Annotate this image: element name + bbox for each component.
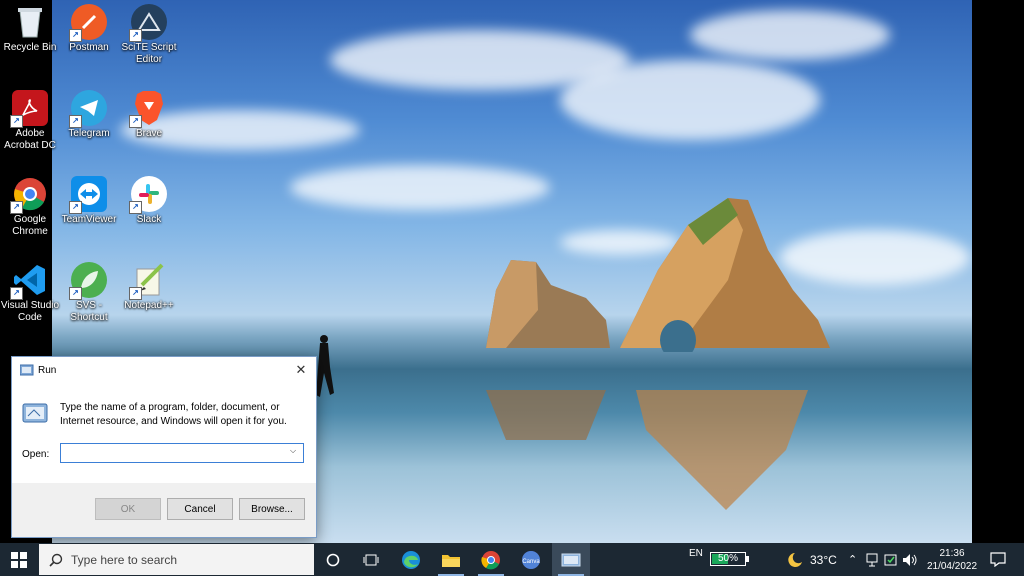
scite-icon: ↗ <box>129 4 167 42</box>
ok-button[interactable]: OK <box>95 498 161 520</box>
run-dialog-title: Run <box>38 364 57 376</box>
clock-time: 21:36 <box>939 548 965 559</box>
desktop-icon-label: SVS - Shortcut <box>70 300 108 323</box>
desktop-icon-svs[interactable]: ↗ SVS - Shortcut <box>57 262 121 324</box>
telegram-icon: ↗ <box>69 90 107 128</box>
desktop-icon-label: SciTE Script Editor <box>121 42 177 65</box>
search-placeholder: Type here to search <box>71 552 178 567</box>
chevron-up-icon[interactable]: ⌃ <box>848 543 857 576</box>
desktop-icon-label: Recycle Bin <box>3 42 57 53</box>
desktop-icon-label: Google Chrome <box>12 214 48 237</box>
desktop-icon-label: Postman <box>69 42 109 53</box>
svs-icon: ↗ <box>69 262 107 300</box>
sync-status-icon[interactable] <box>884 553 898 567</box>
task-view-icon <box>363 554 379 565</box>
desktop-icon-label: Adobe Acrobat DC <box>4 128 56 151</box>
taskbar-search-box[interactable]: Type here to search <box>39 544 314 575</box>
rock-reflection <box>486 390 808 510</box>
run-dialog: Run ✕ Type the name of a program, folder… <box>11 356 317 538</box>
task-view-button[interactable] <box>352 543 390 576</box>
slack-icon: ↗ <box>129 176 167 214</box>
postman-icon: ↗ <box>69 4 107 42</box>
battery-indicator[interactable]: 50% <box>710 552 749 566</box>
notepadpp-icon: ↗ <box>129 262 167 300</box>
cortana-icon <box>326 553 340 566</box>
desktop-icon-label: Slack <box>136 214 162 225</box>
desktop-icon-teamviewer[interactable]: ↗ TeamViewer <box>57 176 121 226</box>
taskbar-app-canva[interactable]: Canva <box>512 543 550 576</box>
desktop-icon-telegram[interactable]: ↗ Telegram <box>57 90 121 140</box>
chrome-icon <box>481 550 500 569</box>
weather-temperature[interactable]: 33°C <box>810 543 837 576</box>
close-icon: ✕ <box>295 362 307 377</box>
recycle-bin-icon <box>12 4 48 40</box>
open-label: Open: <box>22 449 50 460</box>
browse-button[interactable]: Browse... <box>239 498 305 520</box>
edge-icon <box>402 550 420 569</box>
clock-date: 21/04/2022 <box>926 561 978 572</box>
desktop-icon-chrome[interactable]: ↗ Google Chrome <box>0 176 62 238</box>
run-program-icon <box>22 403 48 423</box>
windows-icon <box>11 551 27 568</box>
taskbar-app-edge[interactable] <box>392 543 430 576</box>
taskbar: Type here to search Canva EN 33°C ⌃ 21:3… <box>0 543 1024 576</box>
close-button[interactable]: ✕ <box>292 361 310 379</box>
taskbar-app-file-explorer[interactable] <box>432 543 470 576</box>
open-input[interactable] <box>60 443 304 463</box>
desktop-icon-postman[interactable]: ↗ Postman <box>57 4 121 54</box>
run-dialog-description: Type the name of a program, folder, docu… <box>60 402 287 427</box>
cancel-button[interactable]: Cancel <box>167 498 233 520</box>
input-language[interactable]: EN <box>689 537 703 570</box>
desktop-right-strip <box>972 0 1024 543</box>
vscode-icon: ↗ <box>10 262 48 300</box>
rock-formation-small <box>486 260 610 348</box>
battery-percent: 50% <box>717 553 738 564</box>
canva-icon: Canva <box>522 550 540 569</box>
teamviewer-icon: ↗ <box>69 176 107 214</box>
desktop-icon-label: Visual Studio Code <box>0 300 60 323</box>
desktop-icon-acrobat[interactable]: ↗ Adobe Acrobat DC <box>0 90 62 152</box>
run-dialog-titlebar[interactable]: Run ✕ <box>12 357 316 383</box>
battery-nub <box>746 556 749 562</box>
desktop-icon-scite[interactable]: ↗ SciTE Script Editor <box>117 4 181 66</box>
chevron-down-icon[interactable]: ⌵ <box>290 446 296 456</box>
search-icon <box>49 553 63 567</box>
acrobat-icon: ↗ <box>10 90 48 128</box>
desktop-icon-notepadpp[interactable]: ↗ Notepad++ <box>117 262 181 312</box>
desktop-icon-vscode[interactable]: ↗ Visual Studio Code <box>0 262 62 324</box>
speaker-icon[interactable] <box>902 553 918 567</box>
clock[interactable]: 21:36 21/04/2022 <box>926 547 978 573</box>
rock-formation-arch <box>620 198 830 352</box>
desktop-icon-label: Telegram <box>68 128 110 139</box>
desktop-icon-label: Notepad++ <box>124 300 174 311</box>
run-dialog-body: Type the name of a program, folder, docu… <box>12 383 316 483</box>
svg-text:Canva: Canva <box>522 559 540 565</box>
folder-icon <box>442 554 460 567</box>
desktop-icon-recycle-bin[interactable]: Recycle Bin <box>0 4 62 54</box>
desktop-icon-label: TeamViewer <box>61 214 117 225</box>
desktop-icon-label: Brave <box>135 128 163 139</box>
taskbar-app-run[interactable] <box>552 543 590 576</box>
desktop-icon-brave[interactable]: ↗ Brave <box>117 90 181 140</box>
weather-icon[interactable] <box>786 551 804 567</box>
chrome-icon: ↗ <box>10 176 48 214</box>
notification-icon[interactable] <box>990 552 1006 567</box>
network-icon[interactable] <box>866 553 878 567</box>
run-icon <box>561 553 581 566</box>
start-button[interactable] <box>0 543 38 576</box>
run-icon <box>20 364 34 376</box>
desktop-icon-slack[interactable]: ↗ Slack <box>117 176 181 226</box>
taskbar-app-chrome[interactable] <box>472 543 510 576</box>
brave-icon: ↗ <box>129 90 167 128</box>
cortana-button[interactable] <box>314 543 352 576</box>
